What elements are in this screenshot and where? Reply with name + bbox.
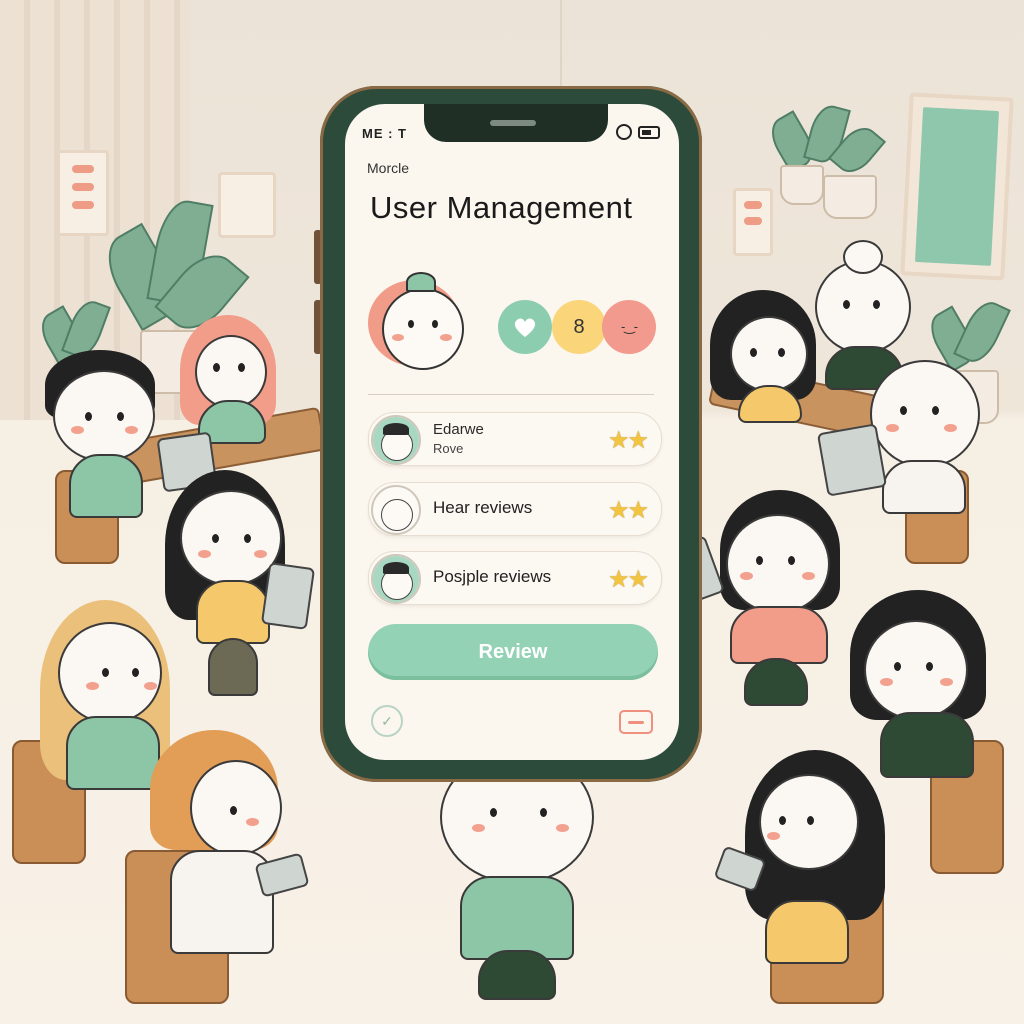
- person-orange-hair: [150, 730, 282, 990]
- heart-icon: [514, 318, 536, 337]
- person-pink-hair: [180, 315, 290, 444]
- person-girl-bottom-right: [745, 750, 885, 990]
- app-label: Morcle: [367, 160, 410, 176]
- plant-shelf-right: [763, 101, 887, 219]
- review-row[interactable]: Edarwe Rove ★★: [368, 412, 662, 466]
- page-title: User Management: [370, 190, 633, 225]
- person-girl-phone: [690, 490, 850, 710]
- stat-face[interactable]: -‿-: [602, 300, 656, 354]
- section-divider: [368, 394, 654, 395]
- star-rating-icon: ★★: [607, 497, 649, 524]
- row-avatar: [371, 415, 421, 465]
- battery-icon: [638, 125, 660, 139]
- stat-count[interactable]: 8: [552, 300, 606, 354]
- person-dark-hair-laptop: [710, 290, 820, 423]
- person-boy-laptop: [45, 350, 165, 520]
- check-icon[interactable]: ✓: [371, 705, 403, 737]
- review-label: Hear reviews: [433, 498, 533, 517]
- avatar-face: [382, 288, 464, 370]
- wifi-icon: [616, 124, 632, 140]
- tablet-girl: [260, 562, 316, 630]
- review-row[interactable]: Posjple reviews ★★: [368, 551, 662, 605]
- stat-heart[interactable]: [498, 300, 552, 354]
- laptop-right: [816, 423, 888, 497]
- row-avatar: [371, 485, 421, 535]
- status-bar-carrier: ME : T: [362, 126, 407, 141]
- phone-speaker: [490, 120, 536, 126]
- minus-icon[interactable]: [619, 710, 653, 734]
- status-bar-icons: [616, 124, 660, 140]
- star-rating-icon: ★★: [607, 427, 649, 454]
- review-row[interactable]: Hear reviews ★★: [368, 482, 662, 536]
- review-button[interactable]: Review: [368, 624, 658, 680]
- review-subtitle: Rove: [433, 441, 464, 456]
- star-rating-icon: ★★: [607, 566, 649, 593]
- review-label: Posjple reviews: [433, 567, 552, 586]
- profile-avatar[interactable]: [368, 272, 464, 372]
- row-avatar: [371, 554, 421, 604]
- wall-frame-picture: [900, 92, 1014, 281]
- review-name: Edarwe: [433, 421, 484, 438]
- sprout-icon: [406, 272, 436, 292]
